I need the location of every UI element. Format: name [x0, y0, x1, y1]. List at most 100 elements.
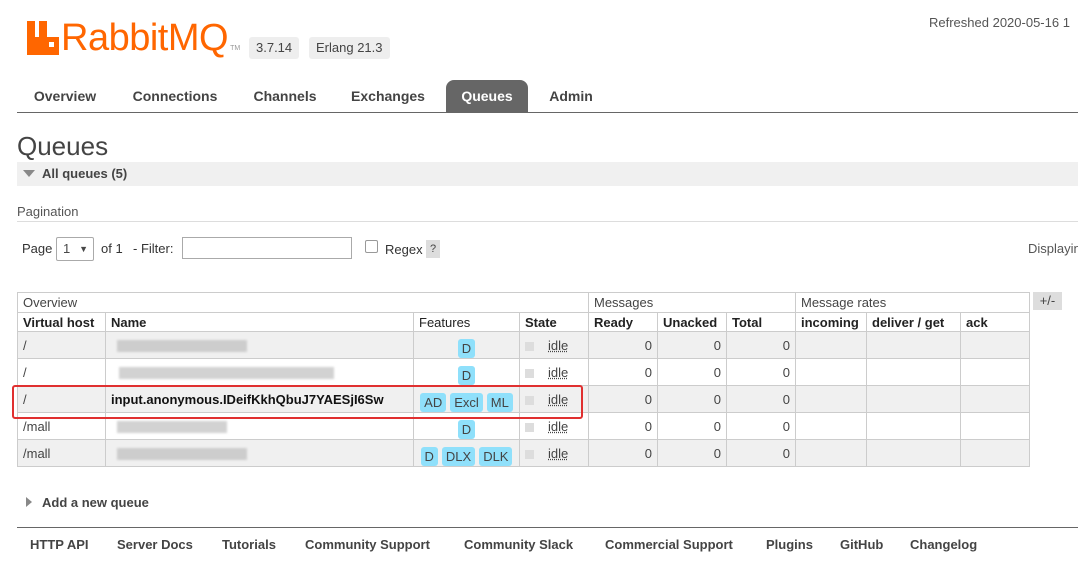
col-ready[interactable]: Ready — [588, 312, 658, 332]
row-vhost: / — [17, 331, 106, 359]
footer-link-community-slack[interactable]: Community Slack — [464, 537, 573, 552]
row-state: idle — [519, 358, 589, 386]
row-total: 0 — [726, 358, 796, 386]
footer-link-tutorials[interactable]: Tutorials — [222, 537, 276, 552]
row-ack — [960, 331, 1030, 359]
footer-link-github[interactable]: GitHub — [840, 537, 883, 552]
row-features: D — [413, 412, 520, 440]
row-name[interactable] — [105, 358, 414, 386]
table-row[interactable]: / D idle 0 0 0 — [17, 331, 1030, 359]
tab-channels[interactable]: Channels — [241, 80, 329, 112]
feature-badge-durable[interactable]: D — [457, 338, 476, 358]
table-row[interactable]: /mall D idle 0 0 0 — [17, 412, 1030, 440]
column-toggle-button[interactable]: +/- — [1033, 292, 1062, 310]
feature-badge-durable[interactable]: D — [457, 365, 476, 385]
feature-badge-durable[interactable]: D — [457, 419, 476, 439]
row-features: D DLX DLK — [413, 439, 520, 467]
regex-help-button[interactable]: ? — [426, 240, 440, 258]
col-ack[interactable]: ack — [960, 312, 1030, 332]
row-incoming — [795, 439, 867, 467]
tab-overview[interactable]: Overview — [21, 80, 109, 112]
displaying-count: Displayin — [1028, 241, 1078, 256]
row-name[interactable] — [105, 439, 414, 467]
rabbitmq-version-badge: 3.7.14 — [249, 37, 300, 59]
filter-input[interactable] — [182, 237, 352, 259]
row-unacked: 0 — [657, 331, 727, 359]
row-vhost: / — [17, 358, 106, 386]
table-row[interactable]: / D idle 0 0 0 — [17, 358, 1030, 386]
col-state[interactable]: State — [519, 312, 589, 332]
page-select[interactable]: 1 ▼ — [56, 237, 94, 261]
row-vhost: / — [17, 385, 106, 413]
footer-link-changelog[interactable]: Changelog — [910, 537, 977, 552]
feature-badge-auto-delete[interactable]: AD — [420, 392, 447, 412]
row-state: idle — [519, 412, 589, 440]
row-ready: 0 — [588, 385, 658, 413]
col-total[interactable]: Total — [726, 312, 796, 332]
state-indicator — [525, 449, 534, 459]
footer-link-plugins[interactable]: Plugins — [766, 537, 813, 552]
row-features: D — [413, 358, 520, 386]
row-unacked: 0 — [657, 385, 727, 413]
chevron-down-icon: ▼ — [79, 244, 88, 254]
table-row[interactable]: /mall D DLX DLK idle 0 0 0 — [17, 439, 1030, 467]
row-vhost: /mall — [17, 439, 106, 467]
rabbitmq-logo[interactable]: RabbitMQ TM — [27, 18, 240, 58]
brand-name: RabbitMQ — [61, 17, 229, 59]
row-total: 0 — [726, 331, 796, 359]
row-ack — [960, 385, 1030, 413]
feature-badge-exclusive[interactable]: Excl — [450, 392, 483, 412]
tab-connections[interactable]: Connections — [122, 80, 228, 112]
page-select-value: 1 — [63, 241, 71, 256]
row-ready: 0 — [588, 358, 658, 386]
all-queues-title: All queues (5) — [42, 166, 128, 181]
feature-badge-durable[interactable]: D — [420, 446, 438, 466]
feature-badge-dead-letter-key[interactable]: DLK — [479, 446, 513, 466]
table-row[interactable]: / input.anonymous.IDeifKkhQbuJ7YAESjI6Sw… — [17, 385, 1030, 413]
row-name[interactable] — [105, 331, 414, 359]
expand-triangle-icon — [26, 497, 32, 507]
pagination-label: Pagination — [17, 204, 79, 219]
col-incoming[interactable]: incoming — [795, 312, 867, 332]
brand-trademark: TM — [230, 45, 241, 52]
state-indicator — [525, 341, 534, 351]
state-indicator — [525, 422, 534, 432]
row-total: 0 — [726, 439, 796, 467]
tab-admin[interactable]: Admin — [538, 80, 604, 112]
regex-checkbox[interactable] — [365, 240, 378, 253]
col-name[interactable]: Name — [105, 312, 414, 332]
row-name[interactable] — [105, 412, 414, 440]
row-features: AD Excl ML — [413, 385, 520, 413]
row-name[interactable]: input.anonymous.IDeifKkhQbuJ7YAESjI6Sw — [105, 385, 414, 413]
row-incoming — [795, 412, 867, 440]
tab-exchanges[interactable]: Exchanges — [342, 80, 434, 112]
add-queue-toggle[interactable]: Add a new queue — [26, 495, 149, 510]
all-queues-section-toggle[interactable]: All queues (5) — [17, 162, 1078, 186]
footer-link-commercial-support[interactable]: Commercial Support — [605, 537, 733, 552]
footer-divider — [17, 527, 1078, 528]
row-incoming — [795, 358, 867, 386]
collapse-triangle-icon — [23, 170, 35, 177]
group-messages: Messages — [588, 292, 796, 313]
row-ready: 0 — [588, 331, 658, 359]
row-vhost: /mall — [17, 412, 106, 440]
row-state: idle — [519, 385, 589, 413]
col-virtual-host[interactable]: Virtual host — [17, 312, 106, 332]
row-incoming — [795, 385, 867, 413]
group-message-rates: Message rates — [795, 292, 1030, 313]
redacted-name — [117, 448, 247, 461]
feature-badge-max-length[interactable]: ML — [486, 392, 513, 412]
feature-badge-dead-letter-exchange[interactable]: DLX — [441, 446, 476, 466]
page-of-label: of 1 — [101, 241, 123, 256]
footer-link-http-api[interactable]: HTTP API — [30, 537, 89, 552]
state-indicator — [525, 368, 534, 378]
footer-link-server-docs[interactable]: Server Docs — [117, 537, 193, 552]
row-deliver-get — [866, 412, 961, 440]
col-deliver-get[interactable]: deliver / get — [866, 312, 961, 332]
tab-queues[interactable]: Queues — [446, 80, 528, 112]
refreshed-timestamp[interactable]: Refreshed 2020-05-16 1 — [929, 15, 1070, 30]
col-unacked[interactable]: Unacked — [657, 312, 727, 332]
footer-link-community-support[interactable]: Community Support — [305, 537, 430, 552]
row-deliver-get — [866, 439, 961, 467]
page-title: Queues — [17, 131, 109, 161]
